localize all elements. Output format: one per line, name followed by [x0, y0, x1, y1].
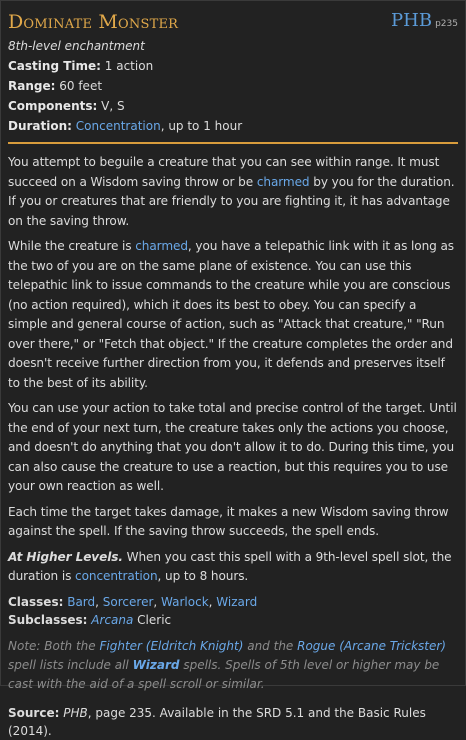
- class-link-warlock[interactable]: Warlock: [161, 595, 209, 609]
- casting-time-value: 1 action: [104, 59, 154, 73]
- charmed-link[interactable]: charmed: [257, 175, 310, 189]
- components-row: Components: V, S: [8, 96, 458, 116]
- range-value: 60 feet: [59, 79, 103, 93]
- components-label: Components:: [8, 99, 98, 113]
- spell-card: Dominate Monster PHB p235 8th-level ench…: [0, 0, 466, 738]
- subclass-link-arcana[interactable]: Arcana: [91, 613, 133, 627]
- class-link-bard[interactable]: Bard: [67, 595, 95, 609]
- description-paragraph-1: You attempt to beguile a creature that y…: [8, 153, 458, 231]
- description-paragraph-3: You can use your action to take total an…: [8, 401, 457, 493]
- spell-title: Dominate Monster: [8, 11, 179, 33]
- duration-label: Duration:: [8, 119, 72, 133]
- concentration-link[interactable]: concentration: [75, 569, 158, 583]
- description-paragraph-4: Each time the target takes damage, it ma…: [8, 504, 449, 539]
- duration-row: Duration: Concentration, up to 1 hour: [8, 116, 458, 136]
- fighter-eldritch-knight-link[interactable]: Fighter (Eldritch Knight): [99, 639, 243, 653]
- source-abbr[interactable]: PHB: [391, 10, 432, 32]
- source-label: Source:: [8, 705, 60, 720]
- subclass-rest: Cleric: [133, 612, 172, 627]
- header-divider: [8, 142, 458, 144]
- text: , you have a telepathic link with it as …: [8, 239, 454, 390]
- higher-levels-paragraph: At Higher Levels. When you cast this spe…: [8, 548, 458, 587]
- class-link-wizard[interactable]: Wizard: [216, 595, 257, 609]
- subclasses-label: Subclasses:: [8, 612, 88, 627]
- text: Note: Both the: [8, 638, 100, 653]
- source-footer: Source: PHB, page 235. Available in the …: [8, 704, 458, 740]
- higher-levels-label: At Higher Levels.: [8, 549, 123, 564]
- text: and the: [243, 638, 298, 653]
- range-row: Range: 60 feet: [8, 76, 458, 96]
- spell-header: Dominate Monster PHB p235: [8, 9, 458, 37]
- casting-time-label: Casting Time:: [8, 59, 101, 73]
- subclasses-row: Subclasses: Arcana Cleric: [8, 611, 458, 629]
- spell-level-school: 8th-level enchantment: [8, 39, 145, 53]
- text: While the creature is: [8, 239, 136, 253]
- source-link[interactable]: PHB p235: [391, 10, 458, 32]
- components-value: V, S: [101, 99, 125, 113]
- duration-rest: , up to 1 hour: [160, 119, 243, 133]
- wizard-link[interactable]: Wizard: [133, 658, 180, 672]
- class-link-sorcerer[interactable]: Sorcerer: [103, 595, 154, 609]
- text: , up to 8 hours.: [157, 569, 249, 583]
- spell-list-note: Note: Both the Fighter (Eldritch Knight)…: [8, 637, 458, 694]
- description-paragraph-2: While the creature is charmed, you have …: [8, 237, 458, 393]
- range-label: Range:: [8, 79, 56, 93]
- classes-label: Classes:: [8, 594, 64, 609]
- source-book: PHB: [63, 705, 88, 720]
- text: spell lists include all: [8, 657, 133, 672]
- rogue-arcane-trickster-link[interactable]: Rogue (Arcane Trickster): [297, 639, 446, 653]
- source-page: p235: [435, 19, 458, 29]
- casting-time-row: Casting Time: 1 action: [8, 56, 458, 76]
- charmed-link[interactable]: charmed: [135, 239, 188, 253]
- classes-row: Classes: Bard, Sorcerer, Warlock, Wizard: [8, 594, 258, 609]
- concentration-link[interactable]: Concentration: [76, 119, 161, 133]
